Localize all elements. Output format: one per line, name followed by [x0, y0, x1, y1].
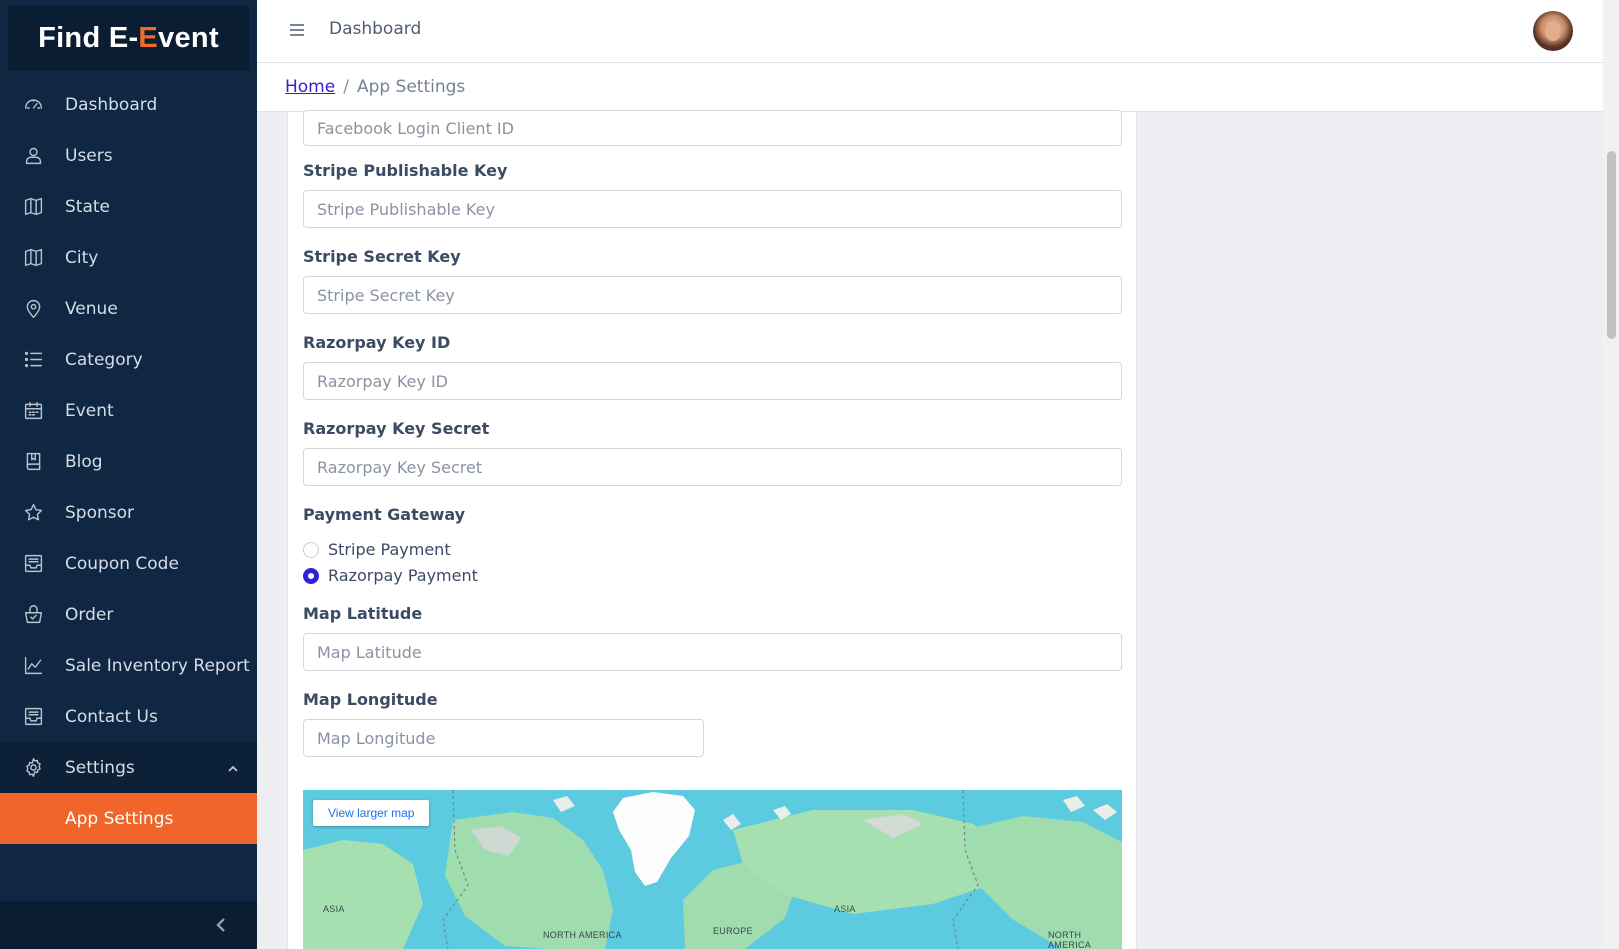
map-label: ASIA — [323, 904, 345, 914]
star-icon — [22, 502, 44, 524]
sidebar-item-label: Sponsor — [65, 502, 135, 523]
chart-line-icon — [22, 655, 44, 677]
radio-label: Razorpay Payment — [328, 566, 478, 585]
breadcrumb: Home / App Settings — [285, 77, 465, 97]
sidebar-item-label: Settings — [65, 757, 135, 778]
sidebar-footer — [0, 901, 257, 949]
basket-icon — [22, 604, 44, 626]
speedometer-icon — [22, 94, 44, 116]
sidebar-nav: Dashboard Users State City Venue Categor… — [0, 79, 257, 844]
map-icon — [22, 247, 44, 269]
sidebar-item-dashboard[interactable]: Dashboard — [0, 79, 257, 130]
sidebar-item-label: Users — [65, 145, 113, 166]
gear-icon — [22, 757, 44, 779]
list-icon — [22, 349, 44, 371]
map-label: ASIA — [834, 904, 856, 914]
razorpay-key-id-input[interactable] — [303, 362, 1122, 400]
breadcrumb-home-link[interactable]: Home — [285, 77, 335, 97]
embedded-map[interactable]: ASIA NORTH AMERICA EUROPE ASIA NORTH AME… — [303, 790, 1122, 949]
chevron-left-icon[interactable] — [213, 917, 229, 933]
sidebar-item-label: State — [65, 196, 110, 217]
brand-logo[interactable]: Find E- Event — [8, 6, 249, 71]
sidebar-item-label: Venue — [65, 298, 118, 319]
radio-label: Stripe Payment — [328, 540, 451, 559]
sidebar: Find E- Event Dashboard Users State City … — [0, 0, 257, 949]
map-longitude-label: Map Longitude — [303, 690, 438, 709]
hamburger-menu-icon[interactable] — [289, 22, 305, 38]
book-icon — [22, 451, 44, 473]
map-label: EUROPE — [713, 926, 753, 936]
sidebar-item-users[interactable]: Users — [0, 130, 257, 181]
brand-text-part1: Find E- — [38, 22, 139, 54]
razorpay-key-secret-label: Razorpay Key Secret — [303, 419, 490, 438]
scrollbar-thumb[interactable] — [1607, 151, 1616, 339]
breadcrumb-separator: / — [343, 77, 349, 97]
sidebar-item-venue[interactable]: Venue — [0, 283, 257, 334]
brand-text-part2: vent — [158, 22, 219, 54]
calendar-icon — [22, 400, 44, 422]
sidebar-item-label: Contact Us — [65, 706, 158, 727]
breadcrumb-current: App Settings — [356, 77, 466, 97]
header-title[interactable]: Dashboard — [329, 19, 421, 39]
avatar[interactable] — [1533, 11, 1573, 51]
sidebar-item-state[interactable]: State — [0, 181, 257, 232]
sidebar-item-label: Order — [65, 604, 114, 625]
sidebar-item-label: Dashboard — [65, 94, 158, 115]
stripe-publishable-key-input[interactable] — [303, 190, 1122, 228]
razorpay-key-id-label: Razorpay Key ID — [303, 333, 451, 352]
sidebar-item-sale-inventory-report[interactable]: Sale Inventory Report — [0, 640, 257, 691]
inbox-icon — [22, 706, 44, 728]
sidebar-item-order[interactable]: Order — [0, 589, 257, 640]
stripe-publishable-key-label: Stripe Publishable Key — [303, 161, 508, 180]
inbox-icon — [22, 553, 44, 575]
sidebar-item-label: Event — [65, 400, 114, 421]
map-label: NORTH AMERICA — [543, 930, 622, 940]
top-header: Dashboard — [257, 0, 1603, 63]
page-scrollbar[interactable] — [1603, 0, 1619, 949]
payment-gateway-label: Payment Gateway — [303, 505, 466, 524]
map-latitude-label: Map Latitude — [303, 604, 423, 623]
sidebar-item-event[interactable]: Event — [0, 385, 257, 436]
brand-text-accent: E — [138, 22, 159, 54]
sidebar-item-sponsor[interactable]: Sponsor — [0, 487, 257, 538]
sidebar-item-blog[interactable]: Blog — [0, 436, 257, 487]
sidebar-item-coupon-code[interactable]: Coupon Code — [0, 538, 257, 589]
sidebar-item-label: Category — [65, 349, 143, 370]
sidebar-item-label: Sale Inventory Report — [65, 655, 250, 676]
facebook-client-id-input[interactable] — [303, 110, 1122, 146]
map-latitude-input[interactable] — [303, 633, 1122, 671]
radio-button[interactable] — [303, 541, 319, 558]
stripe-secret-key-label: Stripe Secret Key — [303, 247, 461, 266]
map-longitude-input[interactable] — [303, 719, 704, 757]
sidebar-item-contact-us[interactable]: Contact Us — [0, 691, 257, 742]
razorpay-payment-radio[interactable]: Razorpay Payment — [303, 566, 478, 585]
user-icon — [22, 145, 44, 167]
sidebar-item-label: App Settings — [65, 808, 174, 829]
map-icon — [22, 196, 44, 218]
location-pin-icon — [22, 298, 44, 320]
view-larger-map-button[interactable]: View larger map — [313, 800, 430, 826]
settings-form-card: Stripe Publishable Key Stripe Secret Key… — [287, 110, 1137, 949]
razorpay-key-secret-input[interactable] — [303, 448, 1122, 486]
sidebar-item-settings[interactable]: Settings — [0, 742, 257, 793]
sidebar-item-city[interactable]: City — [0, 232, 257, 283]
sidebar-item-label: City — [65, 247, 99, 268]
breadcrumb-bar: Home / App Settings — [257, 63, 1603, 112]
chevron-up-icon — [227, 760, 239, 772]
sidebar-item-label: Coupon Code — [65, 553, 179, 574]
map-label: NORTH AMERICA — [1048, 930, 1092, 949]
sidebar-item-app-settings[interactable]: App Settings — [0, 793, 257, 844]
sidebar-item-label: Blog — [65, 451, 103, 472]
stripe-secret-key-input[interactable] — [303, 276, 1122, 314]
sidebar-item-category[interactable]: Category — [0, 334, 257, 385]
stripe-payment-radio[interactable]: Stripe Payment — [303, 540, 451, 559]
radio-button[interactable] — [303, 567, 319, 584]
